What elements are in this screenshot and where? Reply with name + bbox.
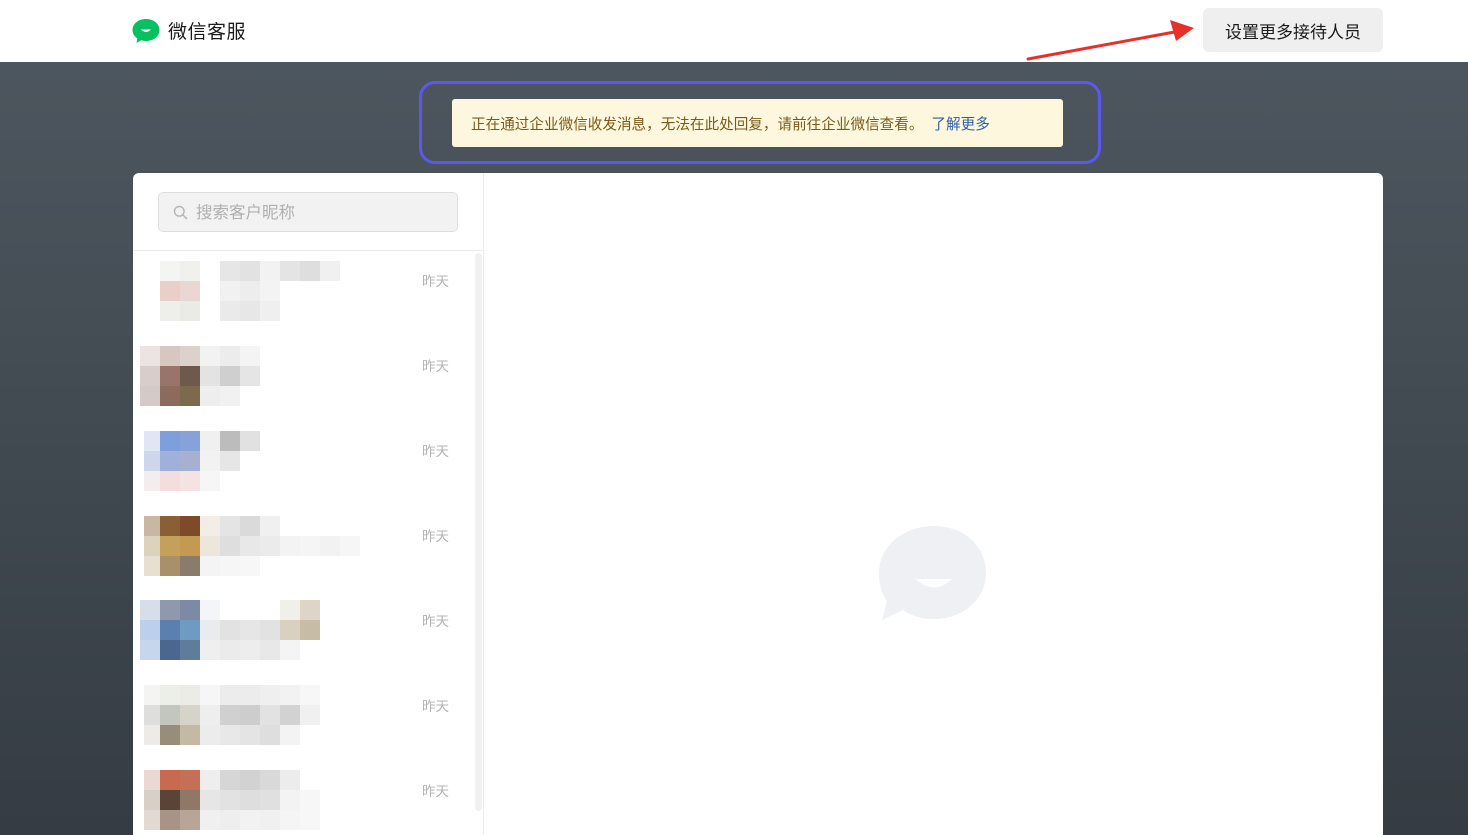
- main-panel: 昨天: [133, 173, 1383, 835]
- set-more-agents-button[interactable]: 设置更多接待人员: [1203, 8, 1383, 52]
- conversation-item[interactable]: 昨天: [133, 421, 474, 506]
- message-time: 昨天: [422, 444, 449, 460]
- notice-text: 正在通过企业微信收发消息，无法在此处回复，请前往企业微信查看。: [471, 115, 924, 133]
- search-box[interactable]: [158, 192, 458, 232]
- learn-more-link[interactable]: 了解更多: [931, 113, 989, 134]
- search-input[interactable]: [196, 202, 446, 222]
- wechat-kefu-logo-icon: [132, 18, 160, 43]
- app-title: 微信客服: [168, 21, 247, 43]
- message-time: 昨天: [422, 529, 449, 545]
- chat-area: [485, 173, 1383, 835]
- conversation-item[interactable]: 昨天: [133, 676, 474, 761]
- conversation-sidebar: 昨天: [133, 173, 484, 835]
- conversation-item[interactable]: 昨天: [133, 336, 474, 421]
- message-time: 昨天: [422, 359, 449, 375]
- chat-bubble-icon: [879, 526, 986, 620]
- message-time: 昨天: [422, 274, 449, 290]
- conversation-list: 昨天 昨天 昨天 昨天 昨天 昨天 昨天: [133, 251, 474, 835]
- search-icon: [173, 205, 188, 219]
- top-bar: 微信客服 设置更多接待人员: [0, 0, 1468, 62]
- brand: 微信客服: [132, 17, 246, 44]
- search-bar: [133, 173, 483, 251]
- message-time: 昨天: [422, 699, 449, 715]
- conversation-item[interactable]: 昨天: [133, 591, 474, 676]
- scrollbar-thumb[interactable]: [475, 253, 482, 811]
- conversation-item[interactable]: 昨天: [133, 251, 474, 336]
- message-time: 昨天: [422, 784, 449, 800]
- list-scrollbar[interactable]: [474, 251, 484, 835]
- conversation-item[interactable]: 昨天: [133, 761, 474, 835]
- notice-banner: 正在通过企业微信收发消息，无法在此处回复，请前往企业微信查看。 了解更多: [452, 99, 1063, 147]
- message-time: 昨天: [422, 614, 449, 630]
- conversation-item[interactable]: 昨天: [133, 506, 474, 591]
- annotation-arrow: [1026, 20, 1194, 61]
